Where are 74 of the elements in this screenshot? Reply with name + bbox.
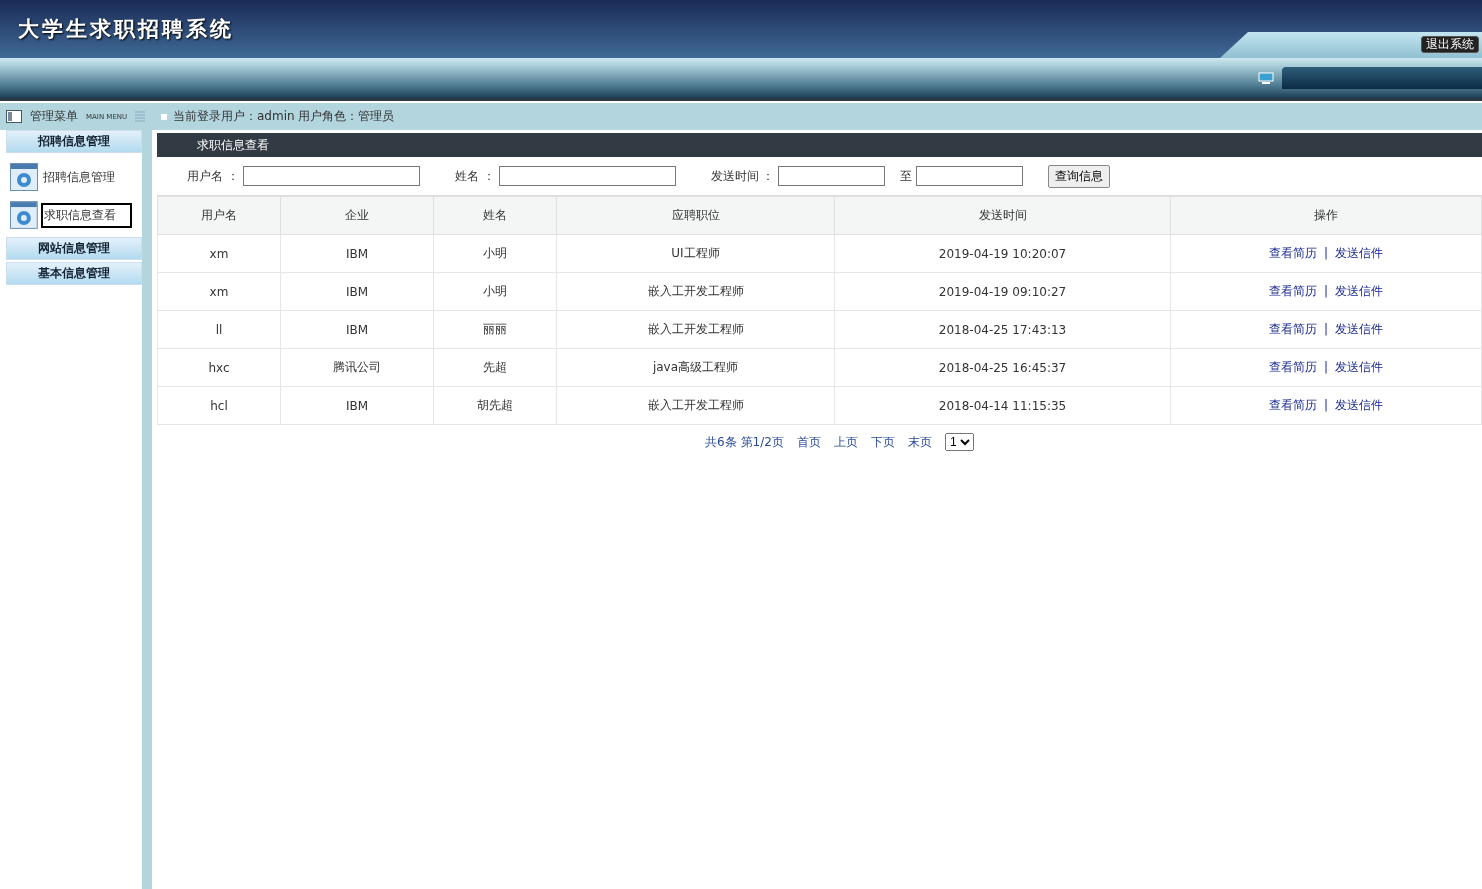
page-summary: 共6条 第1/2页 (705, 433, 784, 451)
action-link[interactable]: 查看简历 (1268, 246, 1317, 260)
separator-text: | (1323, 246, 1328, 260)
table-cell: 2018-04-14 11:15:35 (834, 386, 1171, 425)
table-cell: 小明 (433, 234, 557, 273)
table-cell: UI工程师 (556, 234, 835, 273)
page-link[interactable]: 末页 (907, 433, 932, 451)
table-cell: xm (157, 272, 281, 311)
table-cell: 嵌入工开发工程师 (556, 310, 835, 349)
page-link[interactable]: 首页 (796, 433, 821, 451)
column-header: 用户名 (157, 196, 281, 235)
action-link[interactable]: 发送信件 (1335, 322, 1383, 336)
input-field[interactable] (498, 166, 676, 186)
menu-group-header[interactable]: 网站信息管理 (6, 237, 142, 260)
page-link[interactable]: 上页 (833, 433, 858, 451)
separator-text: | (1323, 284, 1328, 298)
action-link[interactable]: 查看简历 (1268, 360, 1317, 374)
action-link[interactable]: 发送信件 (1335, 284, 1383, 298)
site-title: 大学生求职招聘系统 (18, 15, 234, 43)
action-link[interactable]: 发送信件 (1335, 246, 1383, 260)
input-field[interactable] (778, 166, 886, 186)
field-label: 用户名 ： (187, 167, 239, 185)
login-user-text: 当前登录用户：admin 用户角色：管理员 (173, 108, 395, 125)
column-header: 发送时间 (834, 196, 1171, 235)
column-header: 操作 (1170, 196, 1482, 235)
table-cell: 胡先超 (433, 386, 557, 425)
table-cell: 2018-04-25 17:43:13 (834, 310, 1171, 349)
menu-group-header[interactable]: 招聘信息管理 (6, 130, 142, 153)
page-link[interactable]: 下页 (870, 433, 895, 451)
separator-text: | (1323, 322, 1328, 336)
panel-title: 求职信息查看 (197, 138, 269, 152)
menu-title: 管理菜单 (30, 108, 78, 125)
column-header: 姓名 (433, 196, 557, 235)
table-cell: hcl (157, 386, 281, 425)
table-cell: 先超 (433, 348, 557, 387)
field-label: 姓名 ： (454, 167, 495, 185)
table-cell: IBM (280, 272, 434, 311)
table-cell: 腾讯公司 (280, 348, 434, 387)
input-field[interactable] (242, 166, 420, 186)
action-link[interactable]: 查看简历 (1268, 284, 1317, 298)
column-header: 应聘职位 (556, 196, 835, 235)
menu-item-link[interactable]: 招聘信息管理 (41, 165, 131, 189)
menu-item-link[interactable]: 求职信息查看 (40, 202, 132, 228)
table-cell: IBM (280, 386, 434, 425)
table-cell: xm (157, 234, 281, 273)
table-cell: 小明 (433, 272, 557, 311)
monitor-icon (1258, 72, 1274, 84)
page-select[interactable]: 1 (944, 433, 974, 451)
search-button[interactable]: 查询信息 (1048, 164, 1111, 188)
action-link[interactable]: 查看简历 (1268, 322, 1317, 336)
bullet-icon (161, 113, 167, 120)
field-label: 发送时间 ： (710, 167, 775, 185)
table-cell: 2019-04-19 09:10:27 (834, 272, 1171, 311)
table-cell: java高级工程师 (556, 348, 835, 387)
menu-panel-icon (6, 110, 22, 123)
table-cell: 丽丽 (433, 310, 557, 349)
separator-text: | (1323, 398, 1328, 412)
table-cell: ll (157, 310, 281, 349)
table-cell: 嵌入工开发工程师 (556, 272, 835, 311)
separator-text: | (1323, 360, 1328, 374)
table-cell: 2019-04-19 10:20:07 (834, 234, 1171, 273)
table-cell: hxc (157, 348, 281, 387)
table-cell: 嵌入工开发工程师 (556, 386, 835, 425)
action-link[interactable]: 发送信件 (1335, 398, 1383, 412)
action-link[interactable]: 发送信件 (1335, 360, 1383, 374)
logout-button[interactable]: 退出系统 (1421, 36, 1479, 53)
input-field[interactable] (916, 166, 1024, 186)
table-cell: IBM (280, 310, 434, 349)
action-link[interactable]: 查看简历 (1268, 398, 1317, 412)
column-header: 企业 (280, 196, 434, 235)
table-cell: 2018-04-25 16:45:37 (834, 348, 1171, 387)
field-label: 至 (900, 167, 913, 185)
menu-group-header[interactable]: 基本信息管理 (6, 262, 142, 285)
table-cell: IBM (280, 234, 434, 273)
